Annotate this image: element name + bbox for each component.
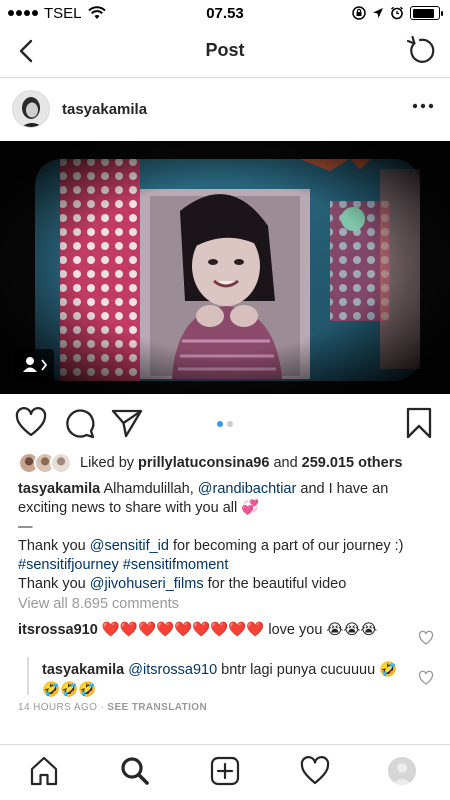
- profile-avatar[interactable]: [388, 757, 416, 785]
- caption-text: Alhamdulillah,: [103, 481, 194, 497]
- see-translation-link[interactable]: SEE TRANSLATION: [107, 702, 207, 713]
- caption-mention[interactable]: @randibachtiar: [198, 481, 297, 497]
- comment-like-icon[interactable]: [418, 670, 434, 686]
- new-post-icon[interactable]: [209, 755, 241, 787]
- caption-hashtags[interactable]: #sensitifjourney #sensitifmoment: [18, 556, 438, 575]
- carousel-indicator: [0, 421, 450, 427]
- likes-prefix: Liked by: [80, 455, 135, 471]
- top-nav: Post: [0, 26, 450, 78]
- post-actions: [0, 404, 450, 444]
- status-bar: TSEL 07.53: [0, 0, 450, 26]
- caption-emoji: 💞: [241, 500, 260, 516]
- comment-reply: tasyakamila @itsrossa910 bntr lagi punya…: [42, 660, 412, 700]
- comment-emoji: 😭😭😭: [326, 622, 378, 638]
- comment-username[interactable]: tasyakamila: [42, 662, 124, 678]
- more-options-icon[interactable]: [410, 96, 436, 116]
- comment-username[interactable]: itsrossa910: [18, 622, 98, 638]
- caption-text: Thank you: [18, 576, 86, 592]
- person-icon: [23, 357, 48, 372]
- home-icon[interactable]: [28, 755, 60, 787]
- liker-avatar: [50, 452, 72, 474]
- post-time: 14 HOURS AGO: [18, 702, 98, 713]
- comment-mention[interactable]: @itsrossa910: [128, 662, 217, 678]
- location-icon: [373, 8, 383, 18]
- refresh-icon[interactable]: [404, 35, 436, 67]
- view-all-comments-link[interactable]: View all 8.695 comments: [18, 596, 179, 612]
- caption-text: for the beautiful video: [207, 576, 347, 592]
- post-meta: 14 HOURS AGO · SEE TRANSLATION: [18, 702, 208, 713]
- likes-and: and: [273, 455, 298, 471]
- caption: tasyakamila Alhamdulillah, @randibachtia…: [18, 480, 438, 594]
- likes-row[interactable]: Liked by prillylatuconsina96 and 259.015…: [18, 452, 402, 474]
- comment-hearts: ❤️❤️❤️❤️❤️❤️❤️❤️❤️: [101, 622, 265, 638]
- post-media[interactable]: [0, 141, 450, 394]
- search-icon[interactable]: [119, 755, 151, 787]
- status-right: [352, 6, 443, 20]
- tagged-people-button[interactable]: [14, 349, 54, 381]
- comment-like-icon[interactable]: [418, 630, 434, 646]
- caption-text: for becoming a part of our journey :): [172, 538, 404, 554]
- caption-dash: —: [18, 519, 33, 535]
- video-frame: [0, 141, 450, 394]
- battery-icon: [410, 6, 443, 20]
- liker-avatars: [18, 452, 72, 474]
- alarm-icon: [391, 6, 403, 20]
- carousel-dot: [217, 421, 223, 427]
- post-header: tasyakamila: [0, 80, 450, 140]
- caption-mention[interactable]: @sensitif_id: [90, 538, 169, 554]
- comment-text: bntr lagi punya cucuuuu: [221, 662, 376, 678]
- bottom-tab-bar: [0, 744, 450, 800]
- avatar[interactable]: [12, 90, 50, 128]
- post-username[interactable]: tasyakamila: [62, 101, 147, 118]
- caption-mention[interactable]: @jivohuseri_films: [90, 576, 204, 592]
- reply-thread-line: [27, 657, 29, 695]
- likes-user[interactable]: prillylatuconsina96: [138, 455, 269, 471]
- comment-text: love you: [268, 622, 323, 638]
- orientation-lock-icon: [352, 6, 366, 20]
- caption-username[interactable]: tasyakamila: [18, 481, 100, 497]
- page-title: Post: [205, 40, 245, 60]
- likes-count[interactable]: 259.015 others: [302, 455, 403, 471]
- comment: itsrossa910 ❤️❤️❤️❤️❤️❤️❤️❤️❤️ love you …: [18, 620, 418, 640]
- carousel-dot: [227, 421, 233, 427]
- bookmark-icon[interactable]: [402, 406, 436, 440]
- caption-text: Thank you: [18, 538, 86, 554]
- activity-heart-icon[interactable]: [299, 755, 331, 787]
